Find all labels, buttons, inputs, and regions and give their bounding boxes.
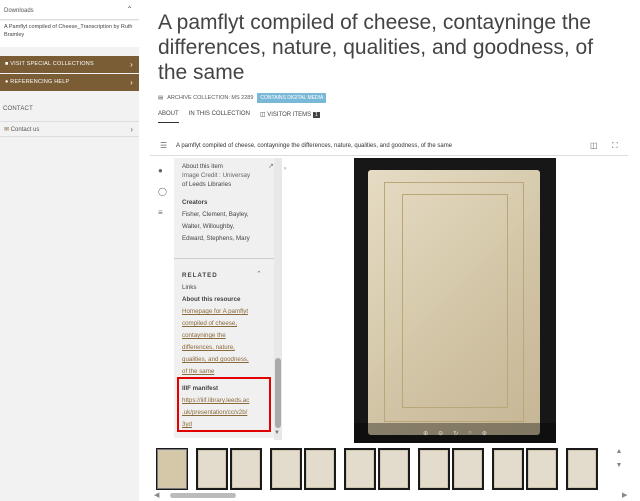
- thumbnail[interactable]: [156, 448, 188, 490]
- thumbnail[interactable]: [270, 448, 302, 490]
- viewer-left-rail: ● ◯ ≡: [150, 156, 174, 438]
- thumbnail[interactable]: [196, 448, 228, 490]
- scroll-right-icon[interactable]: ▶: [622, 491, 627, 499]
- book-view-icon[interactable]: ◫: [590, 141, 598, 150]
- thumb-scroll-arrows[interactable]: ▲ ▼: [614, 448, 624, 490]
- zoom-controls: ⊕ ⊖ ↻ ○ ⊛: [354, 423, 556, 443]
- home-icon[interactable]: ⊛: [482, 430, 487, 437]
- related-heading: RELATED: [182, 272, 218, 279]
- viewer-title: A pamflyt compiled of cheese, contayning…: [176, 143, 453, 149]
- scrollbar-thumb[interactable]: [170, 493, 236, 498]
- visit-special-collections-button[interactable]: ■ VISIT SPECIAL COLLECTIONS ›: [0, 56, 139, 73]
- thumbnail-strip: [156, 448, 626, 490]
- thumbnail[interactable]: [304, 448, 336, 490]
- menu-icon[interactable]: ☰: [160, 141, 167, 150]
- zoom-in-icon[interactable]: ⊕: [423, 430, 428, 437]
- thumbnail-scrollbar[interactable]: ◀ ▶: [150, 491, 632, 499]
- info-icon[interactable]: ●: [158, 166, 167, 175]
- image-credit-text: Image Credit : Universay: [182, 172, 251, 179]
- archive-icon: ▤: [158, 94, 164, 101]
- manuscript-page: [368, 170, 540, 435]
- tab-visitor-items[interactable]: ◫ VISITOR ITEMS 1: [260, 111, 320, 123]
- image-viewer: ☰ A pamflyt compiled of cheese, contayni…: [150, 136, 640, 501]
- main-image[interactable]: [354, 158, 556, 443]
- about-resource-heading: About this resource: [182, 296, 241, 303]
- downloads-label: Downloads: [4, 8, 34, 14]
- building-icon: ■: [5, 61, 9, 67]
- copyright-icon[interactable]: ◯: [158, 187, 167, 196]
- basket-icon: ◫: [259, 112, 266, 118]
- download-file-label: A Pamflyt compiled of Cheese_Transcripti…: [4, 24, 133, 38]
- download-file-link[interactable]: A Pamflyt compiled of Cheese_Transcripti…: [0, 21, 139, 47]
- archive-collection-label: ARCHIVE COLLECTION: MS 2289: [167, 94, 254, 101]
- referencing-help-label: REFERENCING HELP: [10, 79, 70, 85]
- divider: [174, 258, 282, 259]
- tab-in-this-collection[interactable]: IN THIS COLLECTION: [189, 111, 250, 123]
- digital-media-badge: CONTAINS DIGITAL MEDIA: [257, 92, 327, 103]
- collapse-panel-icon[interactable]: ›: [284, 166, 286, 172]
- scroll-down-icon[interactable]: ▼: [274, 430, 280, 436]
- list-icon[interactable]: ≡: [158, 208, 167, 217]
- tab-visitor-items-label: VISITOR ITEMS: [267, 112, 312, 118]
- info-icon: ●: [5, 79, 9, 85]
- referencing-help-button[interactable]: ● REFERENCING HELP ›: [0, 74, 139, 91]
- about-item-heading: About this item: [182, 163, 223, 170]
- thumbnail[interactable]: [526, 448, 558, 490]
- homepage-link[interactable]: differences, nature,: [182, 343, 235, 352]
- contact-heading: CONTACT: [3, 106, 33, 112]
- chevron-up-icon: ⌃: [126, 5, 133, 14]
- tab-about[interactable]: ABOUT: [158, 111, 179, 123]
- left-sidebar: Downloads ⌃ A Pamflyt compiled of Cheese…: [0, 0, 139, 501]
- page-frame: [402, 194, 508, 408]
- creators-line: Walter, Willoughby,: [182, 223, 235, 230]
- links-label: Links: [182, 284, 197, 291]
- tab-bar: ABOUT IN THIS COLLECTION ◫ VISITOR ITEMS…: [158, 111, 320, 123]
- item-meta: ▤ ARCHIVE COLLECTION: MS 2289 CONTAINS D…: [158, 92, 327, 103]
- contact-us-label: Contact us: [10, 127, 40, 133]
- fullscreen-icon[interactable]: ⛶: [612, 141, 618, 151]
- info-panel-scrollbar[interactable]: ▼: [274, 158, 282, 440]
- image-credit-text-2: of Leeds Libraries: [182, 181, 232, 188]
- viewer-header: ☰ A pamflyt compiled of cheese, contayni…: [150, 136, 628, 156]
- thumbnail[interactable]: [452, 448, 484, 490]
- contact-us-link[interactable]: ✉ Contact us ›: [0, 121, 139, 137]
- visitor-items-count: 1: [312, 112, 320, 118]
- mail-icon: ✉: [4, 127, 10, 133]
- external-link-icon[interactable]: ↗: [268, 162, 274, 170]
- thumbnail[interactable]: [418, 448, 450, 490]
- scroll-left-icon[interactable]: ◀: [154, 491, 159, 499]
- creators-heading: Creators: [182, 199, 208, 206]
- thumbnail[interactable]: [566, 448, 598, 490]
- chevron-right-icon: ›: [130, 78, 133, 87]
- thumbnail[interactable]: [492, 448, 524, 490]
- thumbnail[interactable]: [378, 448, 410, 490]
- creators-line: Fisher, Clement, Bayley,: [182, 211, 249, 218]
- homepage-link[interactable]: of the same: [182, 367, 214, 376]
- zoom-out-icon[interactable]: ⊖: [438, 430, 443, 437]
- homepage-link[interactable]: compiled of cheese,: [182, 319, 237, 328]
- scrollbar-thumb[interactable]: [275, 358, 281, 428]
- downloads-toggle[interactable]: Downloads ⌃: [0, 0, 139, 20]
- visit-special-collections-label: VISIT SPECIAL COLLECTIONS: [10, 61, 94, 67]
- homepage-link[interactable]: Homepage for A pamflyt: [182, 307, 248, 316]
- creators-line: Edward, Stephens, Mary: [182, 235, 250, 242]
- thumbnail[interactable]: [344, 448, 376, 490]
- reset-icon[interactable]: ○: [468, 430, 472, 436]
- chevron-up-icon[interactable]: ⌃: [256, 270, 262, 278]
- chevron-right-icon: ›: [130, 125, 133, 134]
- thumbnail[interactable]: [230, 448, 262, 490]
- rotate-icon[interactable]: ↻: [453, 430, 458, 437]
- page-title: A pamflyt compiled of cheese, contayning…: [158, 11, 594, 84]
- chevron-right-icon: ›: [130, 60, 133, 69]
- homepage-link[interactable]: contayninge the: [182, 331, 226, 340]
- homepage-link[interactable]: qualities, and goodness,: [182, 355, 249, 364]
- highlight-box: [177, 377, 271, 432]
